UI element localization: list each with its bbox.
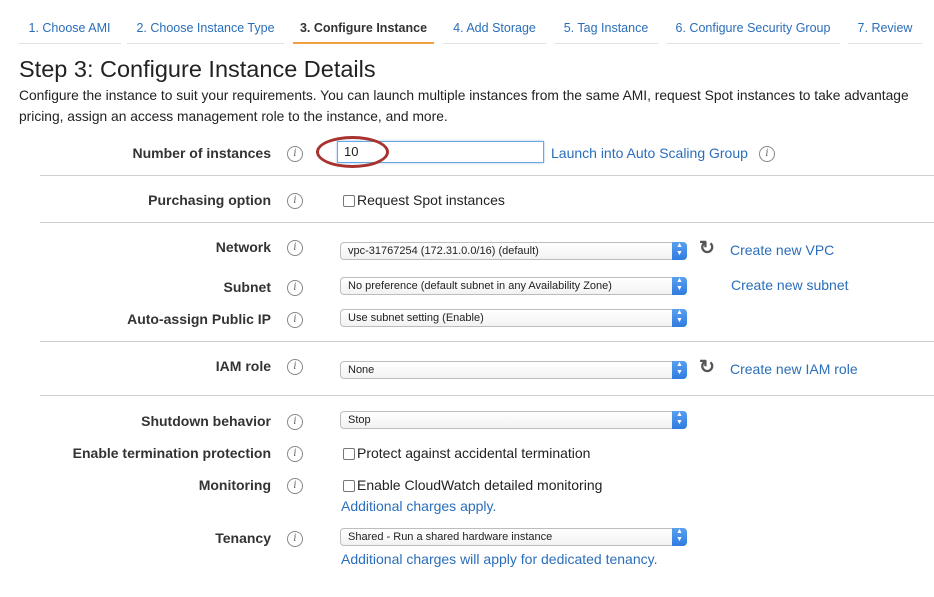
- page-title: Step 3: Configure Instance Details: [19, 56, 376, 82]
- request-spot-checkbox[interactable]: [343, 195, 355, 207]
- info-icon[interactable]: i: [287, 531, 303, 547]
- select-arrow-icon: ▲ ▼: [672, 528, 687, 546]
- description-line-2: pricing, assign an access management rol…: [19, 109, 448, 124]
- create-new-subnet-link[interactable]: Create new subnet: [731, 277, 849, 293]
- info-icon[interactable]: i: [287, 240, 303, 256]
- network-select[interactable]: vpc-31767254 (172.31.0.0/16) (default) ▲…: [340, 242, 687, 260]
- request-spot-label[interactable]: Request Spot instances: [357, 192, 505, 208]
- info-icon[interactable]: i: [287, 359, 303, 375]
- select-arrow-icon: ▲ ▼: [672, 309, 687, 327]
- iam-role-select-value: None: [348, 364, 375, 376]
- tab-tag-instance[interactable]: 5. Tag Instance: [554, 17, 658, 44]
- select-arrow-icon: ▲ ▼: [672, 242, 687, 260]
- shutdown-behavior-label: Shutdown behavior: [141, 413, 271, 429]
- subnet-select-value: No preference (default subnet in any Ava…: [348, 280, 612, 292]
- select-arrow-icon: ▲ ▼: [672, 411, 687, 429]
- description-line-1: Configure the instance to suit your requ…: [19, 88, 909, 103]
- info-icon[interactable]: i: [287, 193, 303, 209]
- wizard-tabs: 1. Choose AMI 2. Choose Instance Type 3.…: [0, 0, 934, 44]
- divider: [40, 395, 934, 396]
- divider: [40, 175, 934, 176]
- subnet-select[interactable]: No preference (default subnet in any Ava…: [340, 277, 687, 295]
- termination-protection-label: Enable termination protection: [72, 445, 271, 461]
- monitoring-charges-link[interactable]: Additional charges apply.: [341, 498, 496, 514]
- select-arrow-icon: ▲ ▼: [672, 277, 687, 295]
- refresh-icon[interactable]: ↻: [699, 237, 715, 260]
- info-icon[interactable]: i: [287, 446, 303, 462]
- refresh-icon[interactable]: ↻: [699, 356, 715, 379]
- termination-protection-checkbox[interactable]: [343, 448, 355, 460]
- number-of-instances-label: Number of instances: [132, 145, 271, 161]
- monitoring-label: Monitoring: [198, 477, 271, 493]
- iam-role-label: IAM role: [215, 358, 271, 374]
- monitoring-checkbox[interactable]: [343, 480, 355, 492]
- monitoring-text[interactable]: Enable CloudWatch detailed monitoring: [357, 477, 602, 493]
- purchasing-option-label: Purchasing option: [148, 192, 271, 208]
- tenancy-select[interactable]: Shared - Run a shared hardware instance …: [340, 528, 687, 546]
- shutdown-behavior-select[interactable]: Stop ▲ ▼: [340, 411, 687, 429]
- dedicated-tenancy-charges-link[interactable]: Additional charges will apply for dedica…: [341, 551, 657, 567]
- auto-assign-ip-label: Auto-assign Public IP: [127, 311, 271, 327]
- info-icon[interactable]: i: [759, 146, 775, 162]
- page-description: Configure the instance to suit your requ…: [19, 85, 934, 127]
- tab-choose-instance-type[interactable]: 2. Choose Instance Type: [127, 17, 284, 44]
- network-label: Network: [215, 239, 271, 255]
- create-new-iam-role-link[interactable]: Create new IAM role: [730, 361, 858, 377]
- info-icon[interactable]: i: [287, 312, 303, 328]
- info-icon[interactable]: i: [287, 280, 303, 296]
- auto-assign-ip-select[interactable]: Use subnet setting (Enable) ▲ ▼: [340, 309, 687, 327]
- tab-add-storage[interactable]: 4. Add Storage: [443, 17, 546, 44]
- info-icon[interactable]: i: [287, 414, 303, 430]
- create-new-vpc-link[interactable]: Create new VPC: [730, 242, 834, 258]
- number-of-instances-input[interactable]: 10: [337, 141, 544, 163]
- info-icon[interactable]: i: [287, 146, 303, 162]
- divider: [40, 222, 934, 223]
- shutdown-behavior-select-value: Stop: [348, 414, 371, 426]
- tab-configure-security-group[interactable]: 6. Configure Security Group: [666, 17, 840, 44]
- network-select-value: vpc-31767254 (172.31.0.0/16) (default): [348, 245, 539, 257]
- auto-assign-ip-select-value: Use subnet setting (Enable): [348, 312, 484, 324]
- termination-protection-text[interactable]: Protect against accidental termination: [357, 445, 590, 461]
- iam-role-select[interactable]: None ▲ ▼: [340, 361, 687, 379]
- select-arrow-icon: ▲ ▼: [672, 361, 687, 379]
- tab-review[interactable]: 7. Review: [848, 17, 922, 44]
- tab-choose-ami[interactable]: 1. Choose AMI: [18, 17, 121, 44]
- divider: [40, 341, 934, 342]
- launch-auto-scaling-link[interactable]: Launch into Auto Scaling Group: [551, 145, 748, 161]
- subnet-label: Subnet: [223, 279, 271, 295]
- info-icon[interactable]: i: [287, 478, 303, 494]
- tenancy-select-value: Shared - Run a shared hardware instance: [348, 531, 553, 543]
- tenancy-label: Tenancy: [215, 530, 271, 546]
- tab-configure-instance[interactable]: 3. Configure Instance: [293, 17, 434, 44]
